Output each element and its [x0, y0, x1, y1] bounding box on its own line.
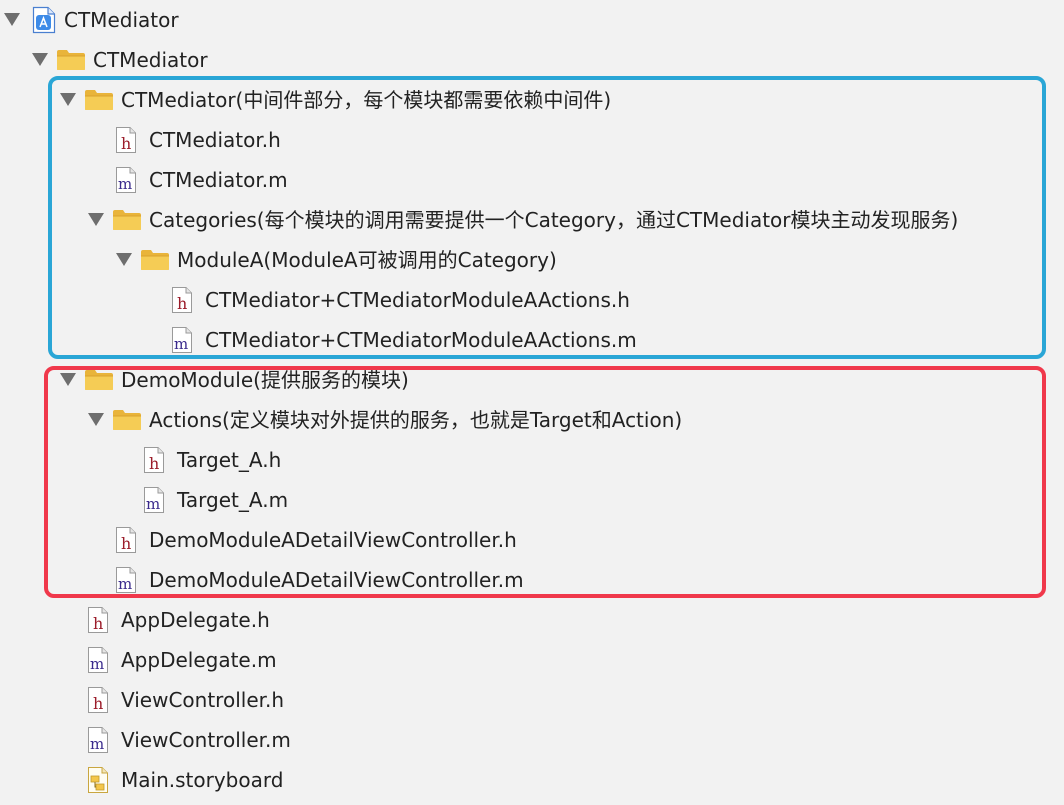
- disclosure-triangle-icon[interactable]: [88, 413, 104, 426]
- tree-row-label: Target_A.h: [177, 448, 282, 472]
- tree-row-label: DemoModuleADetailViewController.h: [149, 528, 517, 552]
- tree-row-file-viewcontroller-h[interactable]: h ViewController.h: [0, 680, 1064, 720]
- tree-row-label: CTMediator+CTMediatorModuleAActions.h: [205, 288, 630, 312]
- tree-row-label: Actions(定义模块对外提供的服务，也就是Target和Action): [149, 408, 683, 432]
- tree-row-file-appdelegate-m[interactable]: m AppDelegate.m: [0, 640, 1064, 680]
- svg-text:h: h: [93, 694, 103, 713]
- tree-row-label: CTMediator(中间件部分，每个模块都需要依赖中间件): [121, 88, 612, 112]
- tree-row-group-categories[interactable]: Categories(每个模块的调用需要提供一个Category，通过CTMed…: [0, 200, 1064, 240]
- implementation-file-icon: m: [115, 566, 137, 594]
- header-file-icon: h: [171, 286, 193, 314]
- svg-text:m: m: [90, 655, 104, 673]
- header-file-icon: h: [87, 686, 109, 714]
- svg-text:m: m: [146, 495, 160, 513]
- svg-text:h: h: [177, 294, 187, 313]
- svg-text:h: h: [149, 454, 159, 473]
- tree-row-file-detail-vc-m[interactable]: m DemoModuleADetailViewController.m: [0, 560, 1064, 600]
- tree-row-group-modulea[interactable]: ModuleA(ModuleA可被调用的Category): [0, 240, 1064, 280]
- project-navigator: CTMediator CTMediator CTMediator(中间件部分，每…: [0, 0, 1064, 805]
- disclosure-triangle-icon[interactable]: [4, 13, 20, 26]
- tree-row-label: AppDelegate.m: [121, 648, 277, 672]
- tree-row-label: ViewController.h: [121, 688, 285, 712]
- header-file-icon: h: [87, 606, 109, 634]
- tree-row-file-main-storyboard[interactable]: Main.storyboard: [0, 760, 1064, 800]
- tree-row-label: ModuleA(ModuleA可被调用的Category): [177, 248, 557, 272]
- tree-row-label: CTMediator.h: [149, 128, 281, 152]
- tree-row-file-appdelegate-h[interactable]: h AppDelegate.h: [0, 600, 1064, 640]
- xcode-project-icon: [32, 6, 56, 34]
- implementation-file-icon: m: [143, 486, 165, 514]
- folder-icon: [84, 369, 114, 391]
- tree-row-label: CTMediator: [93, 48, 208, 72]
- svg-text:m: m: [90, 735, 104, 753]
- storyboard-file-icon: [87, 766, 109, 794]
- header-file-icon: h: [143, 446, 165, 474]
- header-file-icon: h: [115, 126, 137, 154]
- svg-text:m: m: [174, 335, 188, 353]
- svg-text:h: h: [93, 614, 103, 633]
- header-file-icon: h: [115, 526, 137, 554]
- folder-icon: [112, 209, 142, 231]
- disclosure-triangle-icon[interactable]: [60, 373, 76, 386]
- tree-row-file-target-a-m[interactable]: m Target_A.m: [0, 480, 1064, 520]
- tree-row-label: CTMediator+CTMediatorModuleAActions.m: [205, 328, 637, 352]
- tree-row-file-detail-vc-h[interactable]: h DemoModuleADetailViewController.h: [0, 520, 1064, 560]
- svg-text:m: m: [118, 175, 132, 193]
- tree-row-label: Categories(每个模块的调用需要提供一个Category，通过CTMed…: [149, 208, 959, 232]
- implementation-file-icon: m: [171, 326, 193, 354]
- tree-row-file-modulea-actions-m[interactable]: m CTMediator+CTMediatorModuleAActions.m: [0, 320, 1064, 360]
- tree-row-label: DemoModule(提供服务的模块): [121, 368, 409, 392]
- tree-row-label: DemoModuleADetailViewController.m: [149, 568, 524, 592]
- disclosure-triangle-icon[interactable]: [60, 93, 76, 106]
- implementation-file-icon: m: [115, 166, 137, 194]
- svg-text:h: h: [121, 534, 131, 553]
- disclosure-triangle-icon[interactable]: [88, 213, 104, 226]
- tree-row-label: Target_A.m: [177, 488, 289, 512]
- tree-row-file-modulea-actions-h[interactable]: h CTMediator+CTMediatorModuleAActions.h: [0, 280, 1064, 320]
- tree-row-file-ctmediator-h[interactable]: h CTMediator.h: [0, 120, 1064, 160]
- tree-row-label: AppDelegate.h: [121, 608, 270, 632]
- tree-row-label: CTMediator: [64, 8, 179, 32]
- tree-row-group-ctmediator[interactable]: CTMediator: [0, 40, 1064, 80]
- folder-icon: [56, 49, 86, 71]
- svg-text:m: m: [118, 575, 132, 593]
- tree-row-label: Main.storyboard: [121, 768, 284, 792]
- tree-row-label: CTMediator.m: [149, 168, 288, 192]
- folder-icon: [140, 249, 170, 271]
- implementation-file-icon: m: [87, 646, 109, 674]
- tree-row-group-ctmediator-core[interactable]: CTMediator(中间件部分，每个模块都需要依赖中间件): [0, 80, 1064, 120]
- tree-row-group-actions[interactable]: Actions(定义模块对外提供的服务，也就是Target和Action): [0, 400, 1064, 440]
- disclosure-triangle-icon[interactable]: [32, 53, 48, 66]
- tree-row-file-ctmediator-m[interactable]: m CTMediator.m: [0, 160, 1064, 200]
- folder-icon: [112, 409, 142, 431]
- disclosure-triangle-icon[interactable]: [116, 253, 132, 266]
- folder-icon: [84, 89, 114, 111]
- implementation-file-icon: m: [87, 726, 109, 754]
- tree-row-project[interactable]: CTMediator: [0, 0, 1064, 40]
- tree-row-file-viewcontroller-m[interactable]: m ViewController.m: [0, 720, 1064, 760]
- tree-row-group-demomodule[interactable]: DemoModule(提供服务的模块): [0, 360, 1064, 400]
- tree-row-label: ViewController.m: [121, 728, 291, 752]
- tree-row-file-target-a-h[interactable]: h Target_A.h: [0, 440, 1064, 480]
- svg-text:h: h: [121, 134, 131, 153]
